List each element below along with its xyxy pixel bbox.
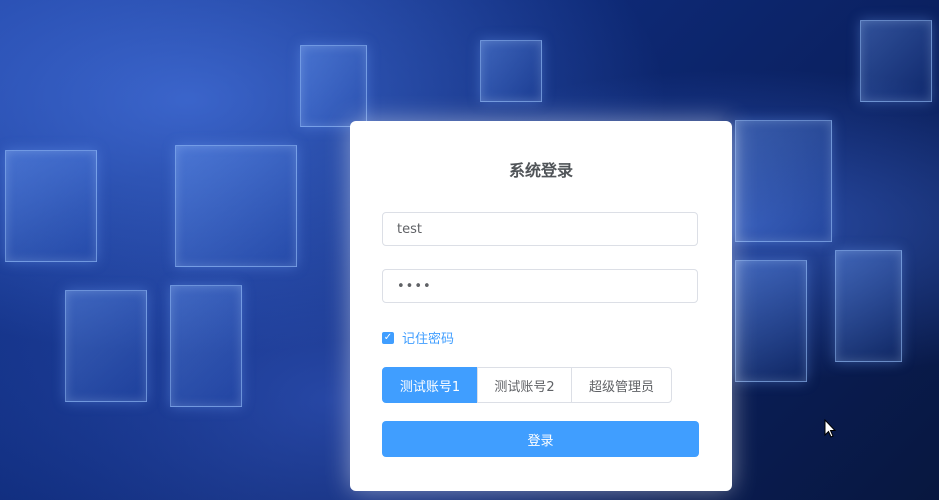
bg-cube [170,285,242,407]
bg-cube [175,145,297,267]
username-input[interactable]: test [382,212,698,246]
test-account-button-group: 测试账号1 测试账号2 超级管理员 [382,367,672,403]
mouse-pointer-icon [824,418,838,443]
bg-cube [300,45,367,127]
super-admin-button[interactable]: 超级管理员 [571,367,672,403]
login-title: 系统登录 [508,161,573,180]
password-input[interactable]: •••• [382,269,698,303]
login-card: 系统登录 test •••• ✓ 记住密码 测试账号1 测试账号2 超级管理员 … [350,121,732,491]
login-button[interactable]: 登录 [382,421,699,457]
test-account-2-button[interactable]: 测试账号2 [477,367,572,403]
username-value: test [397,221,422,237]
bg-cube [735,260,807,382]
bg-cube [735,120,832,242]
bg-cube [860,20,932,102]
bg-cube [835,250,902,362]
bg-cube [5,150,97,262]
bg-cube [480,40,542,102]
test-account-1-button[interactable]: 测试账号1 [382,367,478,403]
remember-password-label: 记住密码 [402,332,455,347]
bg-cube [65,290,147,402]
remember-password-checkbox[interactable]: ✓ 记住密码 [382,328,454,347]
password-value: •••• [397,278,432,294]
check-icon[interactable]: ✓ [382,331,394,344]
